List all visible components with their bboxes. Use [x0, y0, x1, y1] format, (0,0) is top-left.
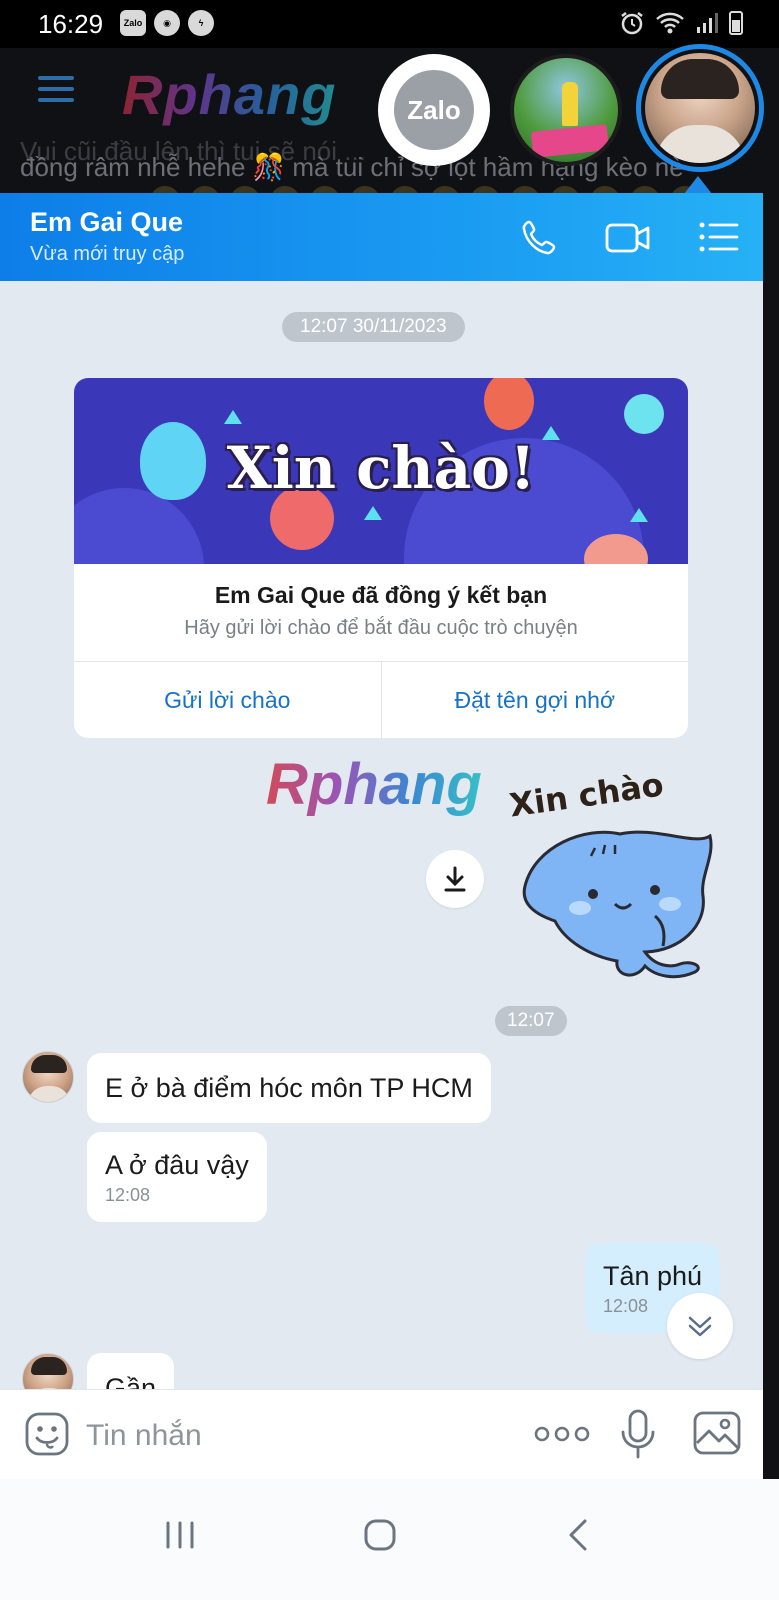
message-bubble-incoming[interactable]: Gần [87, 1353, 175, 1389]
list-menu-icon [699, 222, 739, 252]
chat-area[interactable]: 12:07 30/11/2023 Xin chào! Em Gai Que đã… [0, 281, 763, 1389]
signal-icon [697, 13, 718, 33]
send-image-button[interactable] [692, 1410, 742, 1456]
greeting-banner-title: Xin chào! [226, 434, 536, 502]
contact-name[interactable]: Em Gai Que [30, 207, 183, 238]
chat-header: Em Gai Que Vừa mới truy cập [0, 193, 763, 281]
status-right-icons [619, 10, 743, 36]
back-button[interactable] [548, 1505, 608, 1565]
chat-head-active[interactable] [645, 53, 755, 163]
hello-sticker[interactable]: Xin chào [505, 765, 725, 991]
screen-edge [763, 193, 779, 1479]
greeting-banner: Xin chào! [74, 378, 688, 564]
system-nav-bar [0, 1479, 779, 1600]
status-app-icons: Zalo ◉ ϟ [120, 10, 214, 36]
chat-head-zalo[interactable]: Zalo [378, 54, 490, 166]
status-bar: 16:29 Zalo ◉ ϟ [0, 0, 779, 48]
download-icon [444, 866, 466, 892]
contact-avatar[interactable] [22, 1051, 74, 1103]
call-button[interactable] [516, 213, 564, 261]
message-time: 12:08 [105, 1185, 151, 1205]
contact-status: Vừa mới truy cập [30, 243, 185, 265]
status-time: 16:29 [38, 9, 104, 39]
sticker-button[interactable] [24, 1411, 70, 1457]
message-text: Gần [105, 1373, 157, 1389]
greeting-headline: Em Gai Que đã đồng ý kết bạn [214, 582, 548, 608]
image-icon [693, 1411, 741, 1455]
phone-icon [522, 220, 556, 255]
scroll-to-bottom-button[interactable] [667, 1293, 733, 1359]
time-chip: 12:07 [495, 1006, 567, 1036]
greeting-subtext: Hãy gửi lời chào để bắt đầu cuộc trò chu… [184, 617, 578, 639]
set-nickname-button[interactable]: Đặt tên gợi nhớ [380, 662, 689, 738]
chat-head-pointer [684, 176, 712, 194]
message-bubble-incoming[interactable]: A ở đâu vậy 12:08 [87, 1132, 267, 1222]
contact-avatar[interactable] [22, 1353, 74, 1389]
message-text: A ở đâu vậy [105, 1150, 249, 1180]
send-greeting-button[interactable]: Gửi lời chào [74, 662, 381, 738]
back-chevron-icon [569, 1519, 587, 1551]
download-sticker-button[interactable] [426, 850, 484, 908]
friend-accepted-card: Xin chào! Em Gai Que đã đồng ý kết bạn H… [74, 378, 688, 738]
date-chip: 12:07 30/11/2023 [282, 312, 465, 342]
chat-head-contact[interactable] [510, 54, 622, 166]
double-chevron-down-icon [688, 1316, 712, 1337]
wifi-icon [656, 12, 684, 34]
zalo-icon: Zalo [120, 10, 146, 36]
alarm-icon [621, 12, 643, 35]
hamburger-icon [38, 76, 74, 102]
media-icon: ◉ [154, 10, 180, 36]
messenger-icon: ϟ [188, 10, 214, 36]
chat-options-button[interactable] [694, 213, 742, 261]
message-text: E ở bà điểm hóc môn TP HCM [105, 1073, 473, 1103]
recent-apps-button[interactable] [150, 1505, 210, 1565]
home-button[interactable] [350, 1505, 410, 1565]
background-logo: Rphang [122, 63, 337, 126]
message-text: Tân phú [603, 1261, 703, 1291]
more-options-button[interactable] [534, 1422, 590, 1446]
microphone-icon [621, 1409, 655, 1459]
video-call-button[interactable] [604, 213, 652, 261]
emoji-icon [25, 1412, 69, 1456]
more-dots-icon [534, 1426, 590, 1442]
recent-apps-icon [166, 1521, 194, 1549]
battery-icon [729, 11, 743, 35]
voice-message-button[interactable] [618, 1408, 658, 1462]
zalo-logo-icon: Zalo [394, 70, 474, 150]
message-bubble-incoming[interactable]: E ở bà điểm hóc môn TP HCM [87, 1053, 491, 1123]
blue-cat-icon [522, 830, 713, 979]
home-icon [364, 1519, 396, 1551]
message-input-bar [0, 1389, 763, 1479]
watermark-logo: Rphang [266, 752, 482, 817]
video-camera-icon [605, 223, 650, 253]
message-input[interactable] [86, 1416, 486, 1456]
